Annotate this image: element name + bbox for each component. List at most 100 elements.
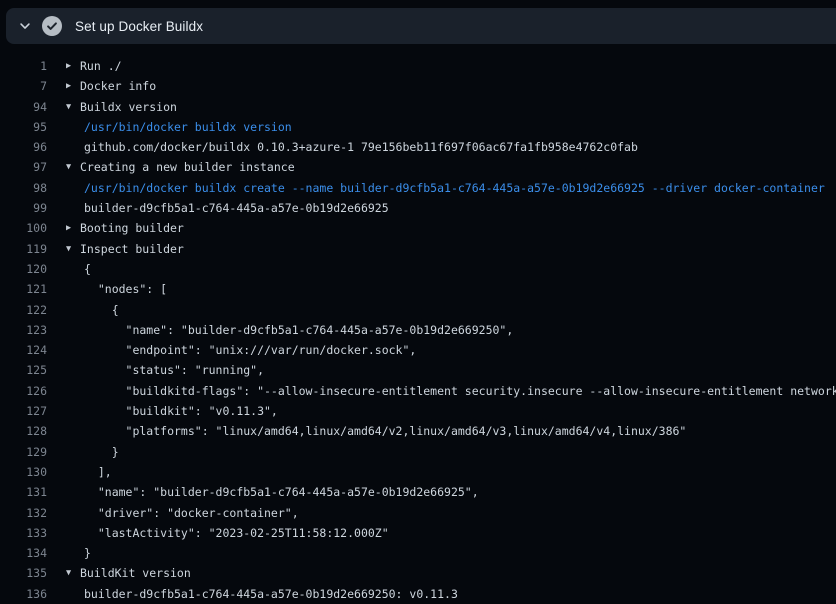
line-number[interactable]: 121 xyxy=(0,279,47,299)
log-line: 99 builder-d9cfb5a1-c764-445a-a57e-0b19d… xyxy=(0,198,836,218)
arrow-slot xyxy=(66,584,80,604)
line-text: /usr/bin/docker buildx create --name bui… xyxy=(80,178,825,198)
line-text: ], xyxy=(80,462,112,482)
log-line[interactable]: 1 ▶ Run ./ xyxy=(0,56,836,76)
line-number[interactable]: 124 xyxy=(0,340,47,360)
arrow-slot xyxy=(66,401,80,421)
line-number[interactable]: 136 xyxy=(0,584,47,604)
log-line: 123 "name": "builder-d9cfb5a1-c764-445a-… xyxy=(0,320,836,340)
arrow-slot xyxy=(66,482,80,502)
line-number[interactable]: 98 xyxy=(0,178,47,198)
log-line: 132 "driver": "docker-container", xyxy=(0,503,836,523)
log-line: 136 builder-d9cfb5a1-c764-445a-a57e-0b19… xyxy=(0,584,836,604)
arrow-slot xyxy=(66,198,80,218)
line-text: } xyxy=(80,543,91,563)
line-number[interactable]: 100 xyxy=(0,218,47,238)
log: 1 ▶ Run ./ 7 ▶ Docker info 94 ▼ Buildx v… xyxy=(0,56,836,604)
log-line: 124 "endpoint": "unix:///var/run/docker.… xyxy=(0,340,836,360)
chevron-down-icon[interactable] xyxy=(17,18,33,34)
log-line: 127 "buildkit": "v0.11.3", xyxy=(0,401,836,421)
line-number[interactable]: 7 xyxy=(0,76,47,96)
arrow-slot xyxy=(66,340,80,360)
line-number[interactable]: 133 xyxy=(0,523,47,543)
group-arrow-collapsed-icon[interactable]: ▶ xyxy=(66,218,80,238)
check-circle-icon xyxy=(42,16,62,36)
line-number[interactable]: 123 xyxy=(0,320,47,340)
log-line: 129 } xyxy=(0,442,836,462)
line-number[interactable]: 132 xyxy=(0,503,47,523)
group-arrow-expanded-icon[interactable]: ▼ xyxy=(66,97,80,117)
log-line: 98 /usr/bin/docker buildx create --name … xyxy=(0,178,836,198)
line-text: "buildkit": "v0.11.3", xyxy=(80,401,278,421)
line-number[interactable]: 129 xyxy=(0,442,47,462)
line-text: "endpoint": "unix:///var/run/docker.sock… xyxy=(80,340,416,360)
arrow-slot xyxy=(66,462,80,482)
line-number[interactable]: 126 xyxy=(0,381,47,401)
log-line[interactable]: 7 ▶ Docker info xyxy=(0,76,836,96)
group-arrow-collapsed-icon[interactable]: ▶ xyxy=(66,56,80,76)
line-number[interactable]: 120 xyxy=(0,259,47,279)
log-line: 96 github.com/docker/buildx 0.10.3+azure… xyxy=(0,137,836,157)
group-arrow-expanded-icon[interactable]: ▼ xyxy=(66,563,80,583)
line-text: Booting builder xyxy=(80,218,184,238)
line-text: { xyxy=(80,300,119,320)
log-line: 122 { xyxy=(0,300,836,320)
line-number[interactable]: 134 xyxy=(0,543,47,563)
line-text: builder-d9cfb5a1-c764-445a-a57e-0b19d2e6… xyxy=(80,198,389,218)
line-text: Inspect builder xyxy=(80,239,184,259)
line-number[interactable]: 125 xyxy=(0,360,47,380)
line-number[interactable]: 1 xyxy=(0,56,47,76)
line-number[interactable]: 99 xyxy=(0,198,47,218)
arrow-slot xyxy=(66,300,80,320)
log-line[interactable]: 100 ▶ Booting builder xyxy=(0,218,836,238)
line-number[interactable]: 122 xyxy=(0,300,47,320)
line-number[interactable]: 130 xyxy=(0,462,47,482)
line-text: "name": "builder-d9cfb5a1-c764-445a-a57e… xyxy=(80,320,513,340)
log-line[interactable]: 97 ▼ Creating a new builder instance xyxy=(0,157,836,177)
line-text: } xyxy=(80,442,119,462)
group-arrow-expanded-icon[interactable]: ▼ xyxy=(66,157,80,177)
arrow-slot xyxy=(66,381,80,401)
log-line: 134 } xyxy=(0,543,836,563)
log-line: 95 /usr/bin/docker buildx version xyxy=(0,117,836,137)
line-text: Buildx version xyxy=(80,97,177,117)
line-number[interactable]: 95 xyxy=(0,117,47,137)
line-number[interactable]: 97 xyxy=(0,157,47,177)
log-line: 130 ], xyxy=(0,462,836,482)
line-text: Run ./ xyxy=(80,56,122,76)
line-text: "driver": "docker-container", xyxy=(80,503,299,523)
log-line[interactable]: 135 ▼ BuildKit version xyxy=(0,563,836,583)
group-arrow-expanded-icon[interactable]: ▼ xyxy=(66,239,80,259)
line-text: "platforms": "linux/amd64,linux/amd64/v2… xyxy=(80,421,686,441)
arrow-slot xyxy=(66,279,80,299)
line-number[interactable]: 96 xyxy=(0,137,47,157)
arrow-slot xyxy=(66,543,80,563)
line-text: "buildkitd-flags": "--allow-insecure-ent… xyxy=(80,381,836,401)
arrow-slot xyxy=(66,320,80,340)
log-line[interactable]: 119 ▼ Inspect builder xyxy=(0,239,836,259)
log-line: 120 { xyxy=(0,259,836,279)
group-arrow-collapsed-icon[interactable]: ▶ xyxy=(66,76,80,96)
line-number[interactable]: 131 xyxy=(0,482,47,502)
arrow-slot xyxy=(66,117,80,137)
line-text: github.com/docker/buildx 0.10.3+azure-1 … xyxy=(80,137,638,157)
line-number[interactable]: 127 xyxy=(0,401,47,421)
log-line: 133 "lastActivity": "2023-02-25T11:58:12… xyxy=(0,523,836,543)
line-number[interactable]: 128 xyxy=(0,421,47,441)
step-title: Set up Docker Buildx xyxy=(75,19,203,34)
line-text: "nodes": [ xyxy=(80,279,167,299)
log-line: 131 "name": "builder-d9cfb5a1-c764-445a-… xyxy=(0,482,836,502)
line-text: /usr/bin/docker buildx version xyxy=(80,117,292,137)
arrow-slot xyxy=(66,442,80,462)
line-number[interactable]: 135 xyxy=(0,563,47,583)
line-number[interactable]: 94 xyxy=(0,97,47,117)
line-text: "name": "builder-d9cfb5a1-c764-445a-a57e… xyxy=(80,482,479,502)
log-line: 128 "platforms": "linux/amd64,linux/amd6… xyxy=(0,421,836,441)
step-header[interactable]: Set up Docker Buildx xyxy=(6,8,836,44)
line-text: Docker info xyxy=(80,76,156,96)
line-number[interactable]: 119 xyxy=(0,239,47,259)
log-line[interactable]: 94 ▼ Buildx version xyxy=(0,97,836,117)
line-text: { xyxy=(80,259,91,279)
arrow-slot xyxy=(66,523,80,543)
arrow-slot xyxy=(66,259,80,279)
